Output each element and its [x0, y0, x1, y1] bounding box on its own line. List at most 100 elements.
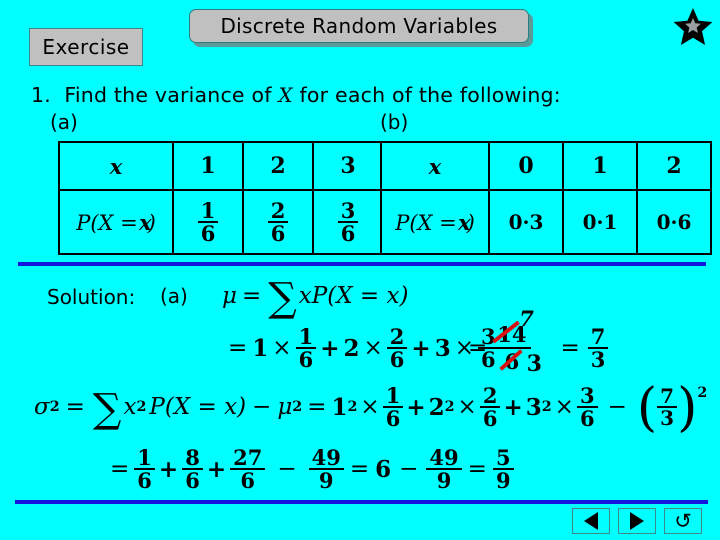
open-paren: (: [636, 377, 658, 438]
solution-label: Solution:: [47, 285, 136, 309]
crossed-numerator: 14 7: [492, 306, 534, 349]
table-a-p-1: 2 6: [242, 189, 314, 255]
equals-sign: =: [110, 456, 130, 483]
times-sign: ×: [363, 335, 383, 362]
fraction-numerator: 2: [386, 326, 408, 350]
minus-sign: −: [607, 394, 627, 421]
handwritten-corrected-numerator: 7: [519, 306, 534, 331]
equals-sign: =: [65, 394, 85, 421]
divider-bottom: [15, 500, 708, 504]
plus-sign: +: [411, 334, 431, 362]
equation-mean-expansion: = 1 × 1 6 + 2 × 2 6 + 3 × 3 6: [228, 326, 499, 371]
table-b-header-x: x: [380, 141, 490, 191]
table-row: P(X = x) 0·3 0·1 0·6: [380, 189, 712, 255]
handwritten-corrected-denominator: 3: [526, 351, 542, 377]
fraction-denominator: 9: [436, 468, 452, 494]
fraction-denominator: 6: [137, 468, 152, 494]
plus-sign: +: [206, 455, 227, 483]
equals-sign: =: [468, 335, 488, 361]
next-slide-button[interactable]: [618, 508, 656, 534]
minus-sign: −: [252, 394, 272, 421]
term-base: 1: [331, 393, 348, 421]
equals-sign: =: [228, 335, 248, 362]
fraction-denominator: 3: [660, 406, 675, 431]
table-a-header-p: P(X = x): [58, 189, 174, 255]
table-b-p-1: 0·1: [562, 189, 638, 255]
exercise-button[interactable]: Exercise: [29, 28, 143, 66]
fraction-denominator: 6: [298, 347, 314, 373]
equation-mean-result: = 14 7 6 3 = 7 3: [468, 306, 609, 377]
table-row: x 0 1 2: [380, 141, 712, 191]
summation-symbol: ∑: [268, 275, 297, 321]
previous-slide-button[interactable]: [572, 508, 610, 534]
table-b-x-2: 2: [636, 141, 712, 191]
fraction-numerator: 7: [657, 386, 678, 409]
fraction-denominator: 6: [385, 406, 401, 432]
probability-table-b: x 0 1 2 P(X = x) 0·3 0·1 0·6: [380, 141, 712, 255]
table-a-p-2: 3 6: [312, 189, 384, 255]
fraction-denominator: 6: [340, 221, 356, 246]
fraction-numerator: 5: [492, 447, 514, 471]
fraction-denominator: 6: [270, 221, 286, 246]
table-row: P(X = x) 1 6 2 6 3 6: [58, 189, 384, 255]
equals-sign: =: [349, 456, 370, 483]
times-sign: ×: [554, 394, 574, 421]
question-text: 1. Find the variance of X for each of th…: [31, 83, 561, 107]
times-sign: ×: [360, 394, 380, 421]
fraction-numerator: 2: [479, 385, 501, 409]
exercise-button-label: Exercise: [42, 35, 130, 59]
table-row: x 1 2 3: [58, 141, 384, 191]
plus-sign: +: [406, 393, 426, 421]
crossed-denominator-value: 6: [504, 349, 520, 374]
solution-part-label: (a): [160, 284, 188, 308]
table-b-x-1: 1: [562, 141, 638, 191]
fraction-numerator: 1: [382, 385, 404, 409]
table-a-x-0: 1: [172, 141, 244, 191]
term-base: 2: [428, 393, 445, 421]
fraction-numerator: 1: [134, 447, 155, 471]
table-a-header-x: x: [58, 141, 174, 191]
symbol-mu: μ: [222, 283, 237, 309]
table-a-p-0: 1 6: [172, 189, 244, 255]
summation-symbol: ∑: [92, 386, 122, 433]
close-paren: ): [677, 377, 698, 438]
probability-table-a: x 1 2 3 P(X = x) 1 6 2 6 3 6: [58, 141, 384, 255]
plus-sign: +: [320, 334, 340, 362]
minus-sign: −: [399, 456, 419, 483]
plus-sign: +: [503, 393, 523, 421]
equals-sign: =: [241, 283, 262, 309]
fraction-numerator: 3: [576, 385, 598, 409]
question-number: 1.: [31, 83, 51, 107]
fraction-denominator: 9: [318, 468, 334, 494]
crossed-out-fraction: 14 7 6 3: [492, 306, 542, 377]
fraction-denominator: 6: [200, 221, 216, 246]
equals-sign: =: [560, 335, 580, 361]
value-six: 6: [375, 455, 392, 483]
slide-canvas: Exercise Discrete Random Variables 1. Fi…: [0, 0, 720, 540]
table-b-p-2: 0·6: [636, 189, 712, 255]
fraction-numerator: 1: [197, 199, 219, 223]
table-b-p-0: 0·3: [488, 189, 564, 255]
fraction-numerator: 49: [308, 447, 344, 471]
question-text-before: Find the variance of: [64, 83, 272, 107]
table-b-header-p: P(X = x): [380, 189, 490, 255]
question-variable: X: [278, 83, 293, 107]
fraction-numerator: 7: [587, 325, 609, 349]
triangle-right-icon: [630, 512, 644, 530]
term-coefficient: 2: [343, 334, 360, 362]
table-a-x-2: 3: [312, 141, 384, 191]
times-sign: ×: [457, 394, 477, 421]
variance-expression-2: P(X = x): [149, 394, 247, 421]
table-b-x-0: 0: [488, 141, 564, 191]
term-coefficient: 1: [252, 334, 269, 362]
fraction-numerator: 2: [267, 199, 289, 223]
table-a-x-1: 2: [242, 141, 314, 191]
fraction-denominator: 6: [185, 468, 200, 494]
mean-expression: xP(X = x): [298, 283, 409, 309]
return-slide-button[interactable]: ↺: [664, 508, 702, 534]
divider-top: [18, 262, 706, 266]
star-icon: [673, 7, 713, 45]
label-part-b: (b): [380, 110, 409, 134]
fraction-numerator: 49: [426, 447, 462, 471]
fraction-denominator: 6: [482, 406, 498, 432]
